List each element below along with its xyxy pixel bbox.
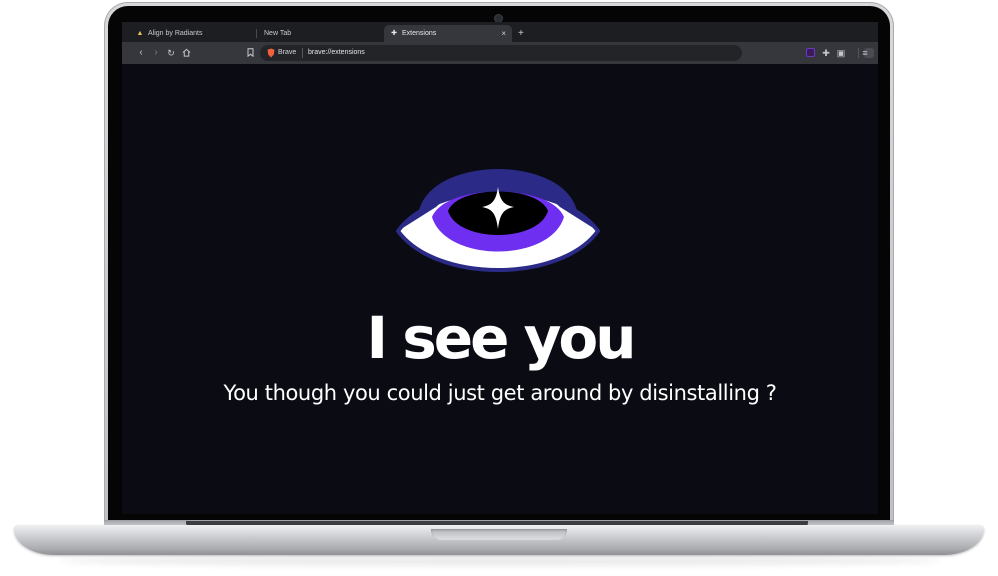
laptop-shadow: [60, 556, 940, 566]
menu-icon[interactable]: ≡: [859, 42, 871, 64]
new-tab-button[interactable]: +: [518, 25, 524, 42]
triangle-logo-icon: ▲: [136, 30, 144, 37]
address-bar[interactable]: Brave brave://extensions: [260, 45, 874, 61]
forward-icon[interactable]: ›: [149, 42, 163, 64]
laptop-notch: [431, 529, 567, 540]
puzzle-icon: ✚: [391, 30, 397, 37]
page-content: I see you You though you could just get …: [122, 64, 878, 514]
tab-align-by-radiants[interactable]: ▲ Align by Radiants: [130, 25, 252, 42]
toolbar: ‹ › ↻ Brave brave://extensions ✚ ▣ ≡: [122, 42, 878, 64]
address-divider: [302, 48, 303, 58]
tab-divider: [256, 29, 257, 38]
page-subtext: You though you could just get around by …: [223, 381, 777, 405]
extensions-icon[interactable]: ✚: [820, 42, 832, 64]
tab-extensions[interactable]: ✚ Extensions ×: [384, 25, 512, 42]
home-icon[interactable]: [179, 42, 193, 64]
page-headline: I see you: [366, 304, 636, 372]
browser-window: ▲ Align by Radiants New Tab ✚ Extensions ×…: [122, 22, 878, 514]
tab-strip: ▲ Align by Radiants New Tab ✚ Extensions ×…: [122, 22, 878, 42]
tab-label: Extensions: [402, 30, 437, 37]
home-glyph: [182, 48, 190, 57]
address-brand: Brave: [278, 49, 297, 56]
tab-label: New Tab: [264, 30, 292, 37]
close-tab-icon[interactable]: ×: [501, 25, 506, 42]
back-icon[interactable]: ‹: [134, 42, 148, 64]
bookmark-glyph: [247, 48, 253, 58]
bookmark-icon[interactable]: [243, 42, 257, 64]
eye-logo-icon: [396, 169, 600, 272]
webcam: [495, 15, 502, 22]
wallet-icon[interactable]: ▣: [835, 42, 847, 64]
tab-new-tab[interactable]: New Tab: [258, 25, 380, 42]
reload-icon[interactable]: ↻: [164, 42, 178, 64]
tab-label: Align by Radiants: [148, 30, 203, 37]
address-url: brave://extensions: [308, 49, 365, 56]
brave-shield-icon: [267, 48, 275, 58]
extension-eye-icon[interactable]: [806, 48, 815, 57]
